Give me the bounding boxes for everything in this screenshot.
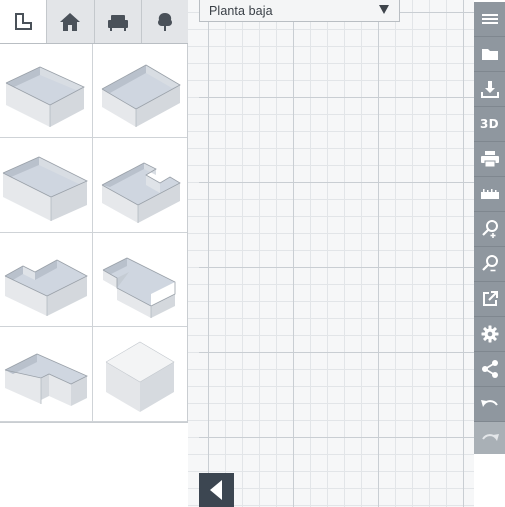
view-3d-button[interactable]: 3D (474, 107, 505, 141)
floor-selector-value: Planta baja (209, 3, 273, 18)
print-icon (480, 151, 499, 168)
floor-planner-app: Planta baja 3D (0, 0, 505, 507)
l-shaped-room-icon (4, 259, 88, 316)
undo-icon (480, 400, 498, 407)
tab-furniture[interactable] (95, 0, 142, 43)
corner-room-icon (4, 353, 88, 406)
open-external-icon (482, 291, 498, 306)
tab-buildings[interactable] (47, 0, 95, 43)
collapse-panel-button[interactable] (199, 473, 234, 507)
zoom-out-icon (481, 255, 498, 272)
long-rectangular-room-icon (2, 156, 88, 221)
undo-button[interactable] (474, 387, 505, 421)
view-3d-icon: 3D (480, 117, 499, 131)
solid-cube-icon (105, 341, 175, 412)
room-template-square[interactable] (93, 44, 187, 138)
house-icon (60, 12, 81, 31)
zoom-in-button[interactable] (474, 212, 505, 246)
redo-icon (481, 434, 499, 441)
tab-garden[interactable] (142, 0, 188, 43)
square-room-icon (101, 64, 181, 127)
tab-room-shapes[interactable] (0, 0, 48, 43)
open-external-button[interactable] (474, 282, 505, 316)
download-icon (480, 81, 499, 98)
room-template-notched[interactable] (93, 138, 187, 233)
room-template-long-rectangular[interactable] (0, 138, 93, 233)
armchair-icon (107, 14, 128, 31)
settings-button[interactable] (474, 317, 505, 351)
caret-left-icon (209, 480, 222, 500)
print-button[interactable] (474, 142, 505, 176)
right-toolbar: 3D (474, 2, 505, 454)
room-template-step-shaped[interactable] (93, 233, 187, 327)
open-file-button[interactable] (474, 37, 505, 71)
menu-button[interactable] (474, 2, 505, 36)
floor-plan-canvas[interactable] (199, 0, 474, 507)
zoom-out-button[interactable] (474, 247, 505, 281)
download-button[interactable] (474, 72, 505, 106)
measure-button[interactable] (474, 177, 505, 211)
room-template-rectangular[interactable] (0, 44, 93, 138)
tree-icon (157, 12, 172, 31)
room-library-panel (0, 0, 188, 423)
rectangular-room-icon (5, 66, 85, 127)
ruler-icon (480, 189, 499, 199)
menu-icon (481, 14, 498, 24)
settings-icon (481, 325, 498, 343)
share-icon (481, 360, 498, 378)
room-shape-icon (15, 12, 33, 30)
room-template-corner[interactable] (0, 327, 93, 422)
floor-selector[interactable]: Planta baja (199, 0, 400, 22)
room-template-grid (0, 44, 187, 422)
panel-divider (188, 0, 199, 507)
zoom-in-icon (481, 220, 498, 238)
folder-icon (481, 49, 498, 60)
room-template-solid-cube[interactable] (93, 327, 187, 422)
redo-button[interactable] (474, 422, 505, 454)
room-template-l-shaped[interactable] (0, 233, 93, 327)
share-button[interactable] (474, 352, 505, 386)
dropdown-arrow-icon (379, 5, 389, 14)
notched-room-icon (101, 162, 181, 223)
step-shaped-room-icon (102, 257, 176, 318)
category-tabs (0, 0, 188, 44)
